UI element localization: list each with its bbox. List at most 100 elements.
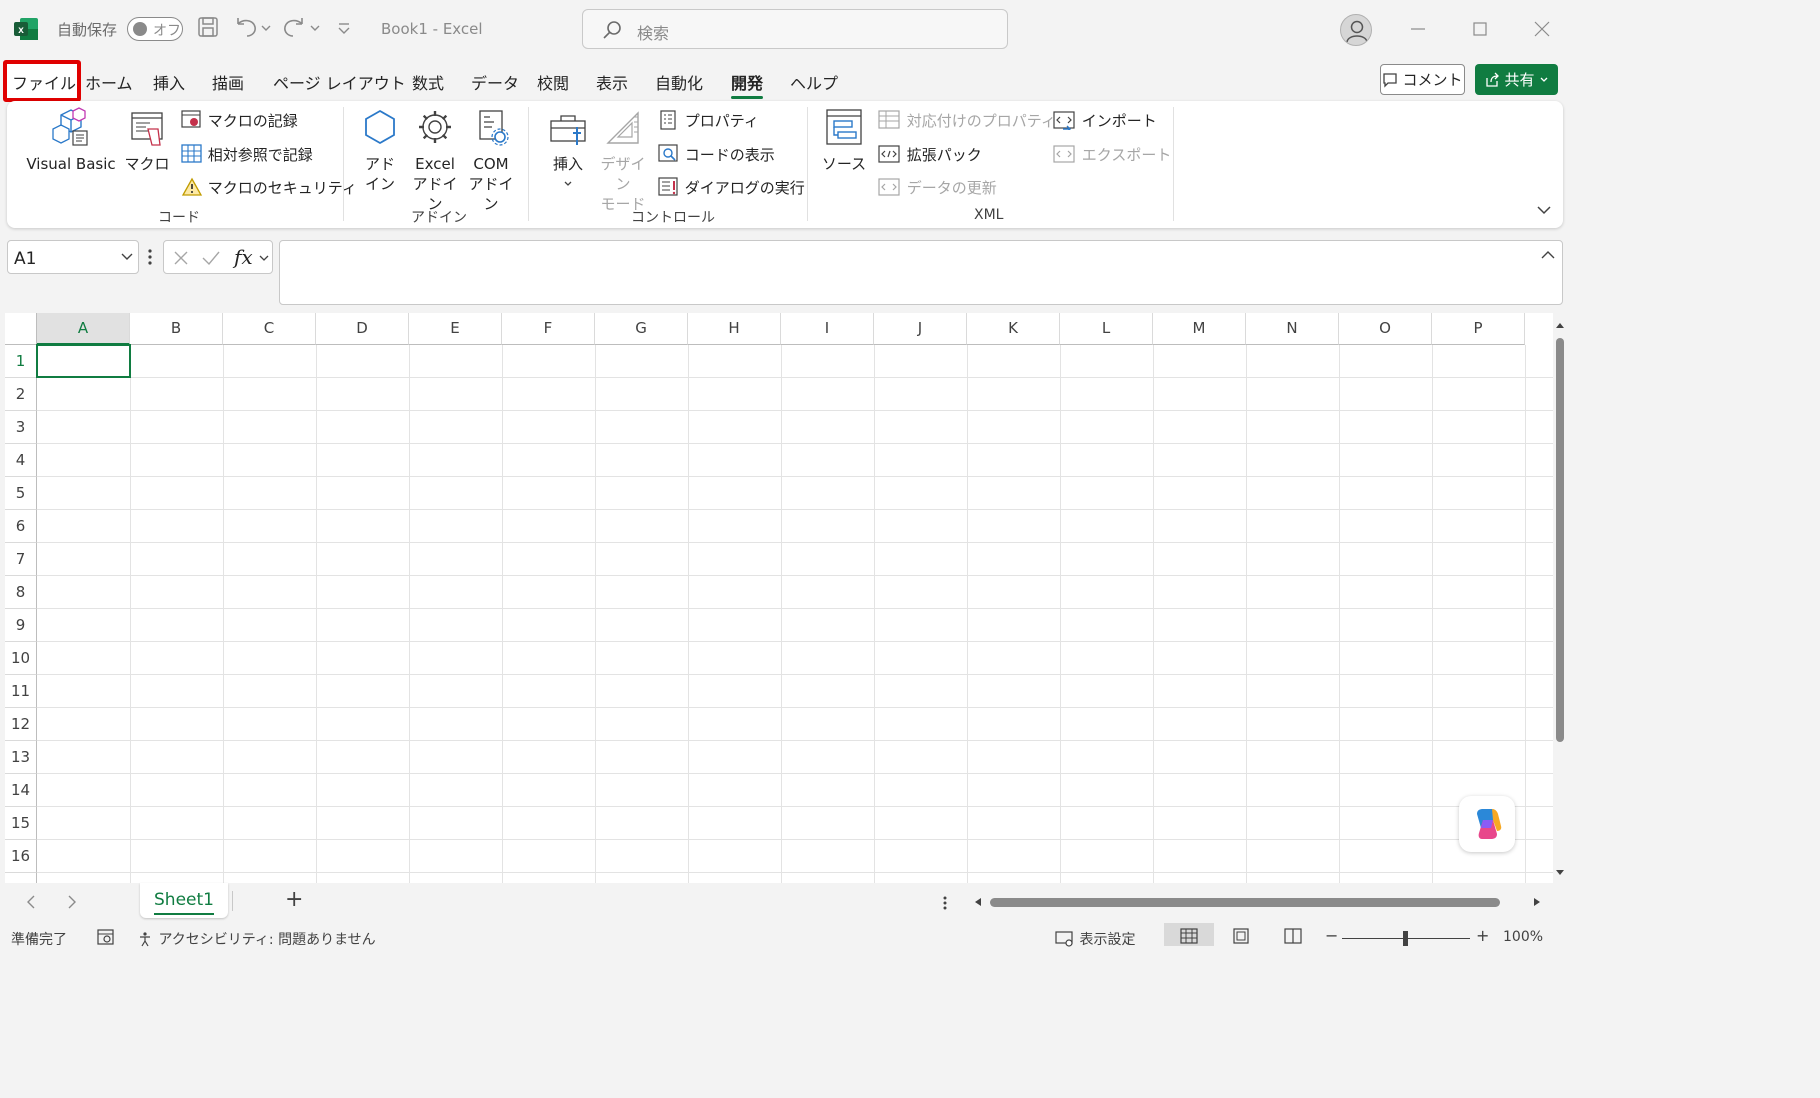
chevron-left-icon[interactable] bbox=[24, 894, 38, 910]
column-header[interactable]: L bbox=[1060, 313, 1153, 345]
column-header[interactable]: O bbox=[1339, 313, 1432, 345]
column-header[interactable]: H bbox=[688, 313, 781, 345]
row-header[interactable]: 1 bbox=[5, 345, 37, 378]
macro-record-status-icon[interactable] bbox=[97, 929, 115, 945]
column-header[interactable]: C bbox=[223, 313, 316, 345]
addins-button[interactable]: アド イン bbox=[357, 107, 403, 194]
zoom-in-button[interactable]: + bbox=[1476, 926, 1489, 945]
tab-home[interactable]: ホーム bbox=[85, 70, 133, 94]
display-settings-button[interactable]: 表示設定 bbox=[1055, 929, 1135, 949]
redo-icon[interactable] bbox=[283, 16, 323, 40]
visual-basic-button[interactable]: Visual Basic bbox=[23, 107, 119, 174]
tab-developer[interactable]: 開発 bbox=[731, 70, 764, 99]
chevron-up-icon[interactable] bbox=[1540, 247, 1556, 263]
scroll-up-icon[interactable] bbox=[1555, 320, 1565, 330]
formula-input[interactable] bbox=[279, 240, 1563, 305]
row-header[interactable]: 2 bbox=[5, 378, 37, 411]
add-sheet-button[interactable]: + bbox=[285, 887, 303, 912]
tab-view[interactable]: 表示 bbox=[596, 70, 628, 94]
row-header[interactable]: 16 bbox=[5, 840, 37, 873]
column-header[interactable]: G bbox=[595, 313, 688, 345]
scroll-down-icon[interactable] bbox=[1555, 868, 1565, 878]
column-header[interactable]: K bbox=[967, 313, 1060, 345]
insert-control-button[interactable]: 挿入 bbox=[543, 107, 593, 194]
view-code-button[interactable]: コードの表示 bbox=[658, 144, 775, 165]
select-all-corner[interactable] bbox=[5, 313, 37, 345]
more-options-icon[interactable] bbox=[941, 894, 949, 912]
row-header[interactable]: 15 bbox=[5, 807, 37, 840]
name-box[interactable]: A1 bbox=[7, 240, 139, 274]
com-addins-button[interactable]: COM アドイン bbox=[464, 107, 518, 214]
design-mode-button[interactable]: デザイン モード bbox=[595, 107, 651, 214]
vertical-scrollbar[interactable] bbox=[1553, 318, 1568, 883]
refresh-data-button[interactable]: データの更新 bbox=[878, 177, 997, 198]
vertical-scroll-thumb[interactable] bbox=[1556, 338, 1564, 742]
autosave-toggle[interactable]: オフ bbox=[127, 17, 183, 41]
save-icon[interactable] bbox=[197, 16, 219, 38]
row-header[interactable]: 14 bbox=[5, 774, 37, 807]
cancel-icon[interactable] bbox=[172, 249, 190, 267]
column-header[interactable]: M bbox=[1153, 313, 1246, 345]
copilot-button[interactable] bbox=[1459, 796, 1515, 852]
active-cell[interactable] bbox=[36, 344, 131, 378]
horizontal-scroll-thumb[interactable] bbox=[990, 898, 1500, 907]
row-header[interactable]: 12 bbox=[5, 708, 37, 741]
column-header[interactable]: A bbox=[37, 313, 130, 345]
tab-draw[interactable]: 描画 bbox=[212, 70, 244, 94]
normal-view-button[interactable] bbox=[1164, 923, 1214, 946]
tab-formulas[interactable]: 数式 bbox=[412, 70, 444, 94]
tab-page-layout[interactable]: ページ レイアウト bbox=[273, 70, 406, 94]
search-input[interactable]: 検索 bbox=[582, 9, 1008, 49]
row-header[interactable]: 11 bbox=[5, 675, 37, 708]
scroll-left-icon[interactable] bbox=[973, 897, 983, 907]
properties-button[interactable]: プロパティ bbox=[658, 110, 759, 131]
worksheet-grid[interactable]: A B C D E F G H I J K L M N O P 1 2 3 4 5 6 7 8 9 10 11 12 13 14 15 16 bbox=[5, 313, 1553, 883]
row-header[interactable]: 6 bbox=[5, 510, 37, 543]
record-macro-button[interactable]: マクロの記録 bbox=[181, 110, 298, 131]
sheet-tab-sheet1[interactable]: Sheet1 bbox=[140, 883, 228, 918]
horizontal-scrollbar[interactable] bbox=[970, 893, 1552, 911]
zoom-out-button[interactable]: − bbox=[1325, 926, 1338, 945]
row-header[interactable]: 10 bbox=[5, 642, 37, 675]
accessibility-status[interactable]: アクセシビリティ: 問題ありません bbox=[138, 929, 376, 949]
page-break-view-button[interactable] bbox=[1268, 923, 1318, 946]
row-header[interactable] bbox=[5, 873, 37, 883]
map-properties-button[interactable]: 対応付けのプロパティ bbox=[878, 110, 1056, 131]
row-header[interactable]: 8 bbox=[5, 576, 37, 609]
macro-security-button[interactable]: マクロのセキュリティ bbox=[181, 177, 357, 198]
column-header[interactable]: J bbox=[874, 313, 967, 345]
zoom-slider-thumb[interactable] bbox=[1403, 931, 1408, 946]
run-dialog-button[interactable]: ダイアログの実行 bbox=[658, 177, 805, 198]
more-options-icon[interactable] bbox=[146, 246, 154, 268]
row-header[interactable]: 4 bbox=[5, 444, 37, 477]
column-header[interactable]: F bbox=[502, 313, 595, 345]
excel-addins-button[interactable]: Excel アドイン bbox=[408, 107, 462, 214]
maximize-icon[interactable] bbox=[1465, 14, 1495, 44]
tab-data[interactable]: データ bbox=[471, 70, 519, 94]
chevron-down-icon[interactable] bbox=[258, 252, 270, 264]
column-header[interactable]: I bbox=[781, 313, 874, 345]
minimize-icon[interactable] bbox=[1403, 14, 1433, 44]
chevron-right-icon[interactable] bbox=[65, 894, 79, 910]
insert-function-button[interactable]: fx bbox=[234, 245, 253, 269]
expansion-packs-button[interactable]: 拡張パック bbox=[878, 144, 982, 165]
tab-help[interactable]: ヘルプ bbox=[790, 70, 838, 94]
tab-automate[interactable]: 自動化 bbox=[655, 70, 703, 94]
row-header[interactable]: 9 bbox=[5, 609, 37, 642]
tab-file[interactable]: ファイル bbox=[12, 70, 76, 94]
column-header[interactable]: P bbox=[1432, 313, 1525, 345]
avatar[interactable] bbox=[1340, 14, 1372, 46]
tab-review[interactable]: 校閲 bbox=[537, 70, 569, 94]
ribbon-collapse-icon[interactable] bbox=[1535, 201, 1553, 219]
zoom-level[interactable]: 100% bbox=[1503, 929, 1543, 945]
macro-button[interactable]: マクロ bbox=[123, 107, 171, 174]
column-header[interactable]: N bbox=[1246, 313, 1339, 345]
tab-insert[interactable]: 挿入 bbox=[153, 70, 185, 94]
export-button[interactable]: エクスポート bbox=[1053, 144, 1171, 165]
import-button[interactable]: インポート bbox=[1053, 110, 1157, 133]
row-header[interactable]: 5 bbox=[5, 477, 37, 510]
share-button[interactable]: 共有 bbox=[1475, 64, 1558, 95]
row-header[interactable]: 7 bbox=[5, 543, 37, 576]
column-header[interactable]: E bbox=[409, 313, 502, 345]
relative-reference-button[interactable]: 相対参照で記録 bbox=[181, 144, 313, 165]
